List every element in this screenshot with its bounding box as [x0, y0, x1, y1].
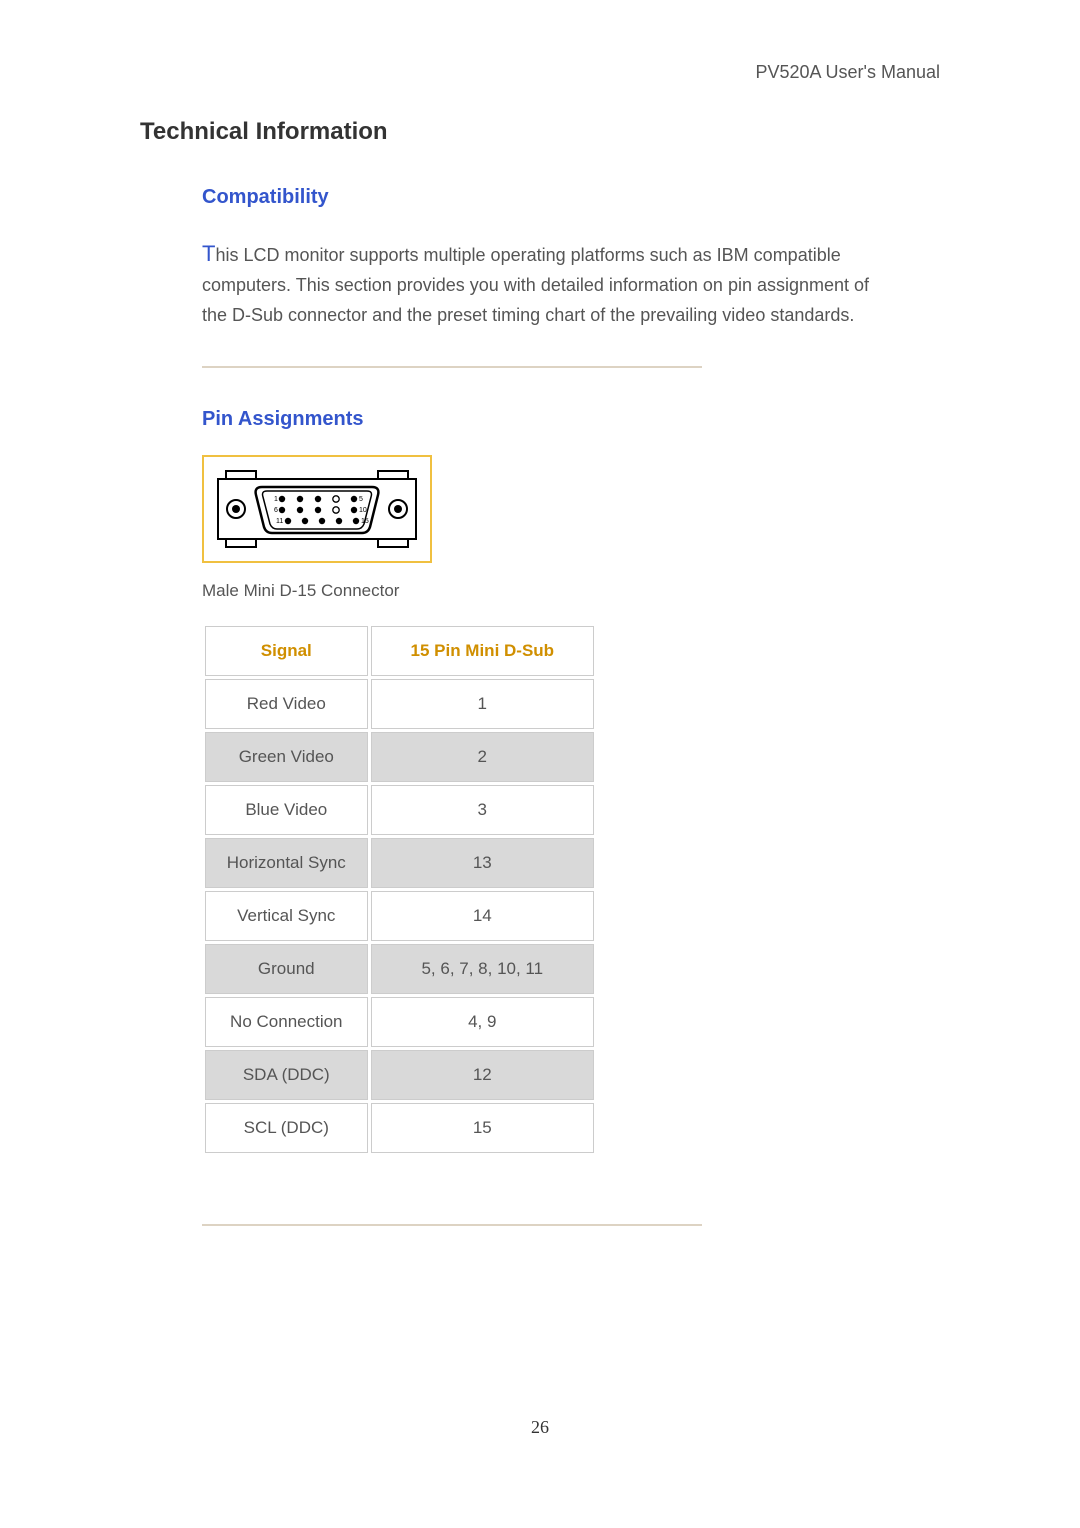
pin-label-5: 5: [359, 496, 363, 503]
cell-signal: SCL (DDC): [205, 1103, 368, 1153]
pin-label-10: 10: [359, 507, 367, 514]
section-compatibility: Compatibility This LCD monitor supports …: [202, 186, 878, 368]
cell-pin: 3: [371, 785, 594, 835]
cell-signal: Red Video: [205, 679, 368, 729]
table-row: Green Video2: [205, 732, 594, 782]
section-pin-assignments: Pin Assignments: [202, 408, 878, 1226]
table-header-row: Signal 15 Pin Mini D-Sub: [205, 626, 594, 676]
pin-label-6: 6: [274, 507, 278, 514]
table-row: Red Video1: [205, 679, 594, 729]
compatibility-body: This LCD monitor supports multiple opera…: [202, 239, 878, 330]
divider: [202, 1224, 702, 1226]
main-title: Technical Information: [140, 118, 940, 146]
table-row: Blue Video3: [205, 785, 594, 835]
cell-signal: Blue Video: [205, 785, 368, 835]
header-product-title: PV520A User's Manual: [755, 62, 940, 83]
cell-pin: 1: [371, 679, 594, 729]
table-body: Red Video1 Green Video2 Blue Video3 Hori…: [205, 679, 594, 1153]
cell-pin: 12: [371, 1050, 594, 1100]
cell-pin: 4, 9: [371, 997, 594, 1047]
compatibility-body-text: his LCD monitor supports multiple operat…: [202, 245, 869, 325]
table-row: No Connection4, 9: [205, 997, 594, 1047]
cell-signal: Horizontal Sync: [205, 838, 368, 888]
cell-pin: 14: [371, 891, 594, 941]
cell-pin: 2: [371, 732, 594, 782]
pin-label-15: 15: [361, 518, 369, 525]
pin-label-1: 1: [274, 496, 278, 503]
table-row: Horizontal Sync13: [205, 838, 594, 888]
compatibility-heading: Compatibility: [202, 186, 878, 209]
cell-signal: SDA (DDC): [205, 1050, 368, 1100]
cell-pin: 5, 6, 7, 8, 10, 11: [371, 944, 594, 994]
compatibility-dropcap: T: [202, 241, 215, 266]
pin-label-11: 11: [276, 518, 283, 525]
table-row: Ground5, 6, 7, 8, 10, 11: [205, 944, 594, 994]
header-signal: Signal: [205, 626, 368, 676]
cell-pin: 13: [371, 838, 594, 888]
cell-signal: No Connection: [205, 997, 368, 1047]
table-row: SDA (DDC)12: [205, 1050, 594, 1100]
divider: [202, 366, 702, 368]
pin-assignments-heading: Pin Assignments: [202, 408, 878, 431]
connector-figure: 1 5 6 10 11 15: [202, 455, 432, 563]
dsub-connector-icon: 1 5 6 10 11 15: [212, 465, 422, 553]
page-number: 26: [0, 1417, 1080, 1438]
cell-pin: 15: [371, 1103, 594, 1153]
cell-signal: Green Video: [205, 732, 368, 782]
pin-assignment-table: Signal 15 Pin Mini D-Sub Red Video1 Gree…: [202, 623, 597, 1156]
header-pin: 15 Pin Mini D-Sub: [371, 626, 594, 676]
cell-signal: Vertical Sync: [205, 891, 368, 941]
connector-caption: Male Mini D-15 Connector: [202, 581, 878, 601]
table-row: SCL (DDC)15: [205, 1103, 594, 1153]
page: PV520A User's Manual Technical Informati…: [0, 0, 1080, 1528]
table-row: Vertical Sync14: [205, 891, 594, 941]
cell-signal: Ground: [205, 944, 368, 994]
